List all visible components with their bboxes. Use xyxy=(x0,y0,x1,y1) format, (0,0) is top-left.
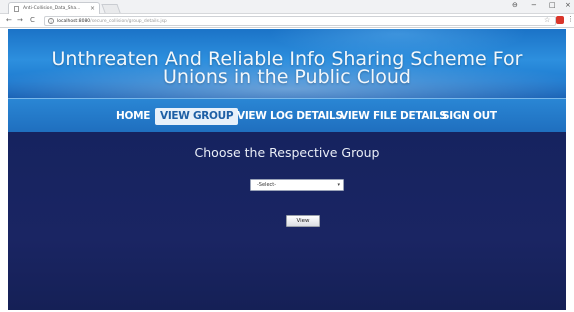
url-host: localhost:8080 xyxy=(57,19,91,24)
main-nav: HOME VIEW GROUP VIEW LOG DETAILS VIEW FI… xyxy=(8,98,566,132)
browser-address-bar: ← → C i localhost:8080/secure_collision/… xyxy=(0,14,574,28)
site-info-icon[interactable]: i xyxy=(48,18,54,24)
browser-menu-icon[interactable]: ⋮ xyxy=(567,15,574,23)
reload-icon[interactable]: C xyxy=(30,16,35,24)
nav-view-group[interactable]: VIEW GROUP xyxy=(155,108,239,125)
web-page: Unthreaten And Reliable Info Sharing Sch… xyxy=(8,29,566,310)
close-window-icon[interactable]: × xyxy=(565,1,571,9)
minimize-icon[interactable]: − xyxy=(531,1,537,9)
nav-home[interactable]: HOME xyxy=(116,108,150,125)
nav-view-log-details[interactable]: VIEW LOG DETAILS xyxy=(237,108,343,125)
site-header: Unthreaten And Reliable Info Sharing Sch… xyxy=(8,29,566,98)
account-icon[interactable]: ⊖ xyxy=(512,1,518,9)
forward-arrow-icon[interactable]: → xyxy=(17,16,23,24)
main-content: Choose the Respective Group -Select- ▾ V… xyxy=(8,132,566,310)
url-input[interactable]: i localhost:8080/secure_collision/group_… xyxy=(44,16,556,26)
group-select-value: -Select- xyxy=(257,182,277,188)
page-favicon-icon xyxy=(14,6,19,12)
bookmark-star-icon[interactable]: ☆ xyxy=(544,16,550,24)
site-title: Unthreaten And Reliable Info Sharing Sch… xyxy=(51,48,523,88)
extension-icon[interactable] xyxy=(556,16,564,24)
new-tab-button[interactable] xyxy=(101,4,121,13)
page-heading: Choose the Respective Group xyxy=(194,145,380,160)
nav-view-file-details[interactable]: VIEW FILE DETAILS xyxy=(340,108,447,125)
view-button[interactable]: View xyxy=(286,215,320,227)
back-arrow-icon[interactable]: ← xyxy=(6,16,12,24)
browser-tab-bar: Anti-Collision_Data_Sha... × ⊖ − □ × xyxy=(0,0,574,14)
url-path: /secure_collision/group_details.jsp xyxy=(90,19,167,24)
chevron-down-icon: ▾ xyxy=(337,182,340,188)
browser-tab[interactable]: Anti-Collision_Data_Sha... × xyxy=(8,2,100,14)
browser-tab-title: Anti-Collision_Data_Sha... xyxy=(23,6,81,11)
close-tab-icon[interactable]: × xyxy=(90,5,95,12)
nav-sign-out[interactable]: SIGN OUT xyxy=(442,108,497,125)
group-select[interactable]: -Select- ▾ xyxy=(250,179,344,191)
maximize-icon[interactable]: □ xyxy=(549,1,556,9)
